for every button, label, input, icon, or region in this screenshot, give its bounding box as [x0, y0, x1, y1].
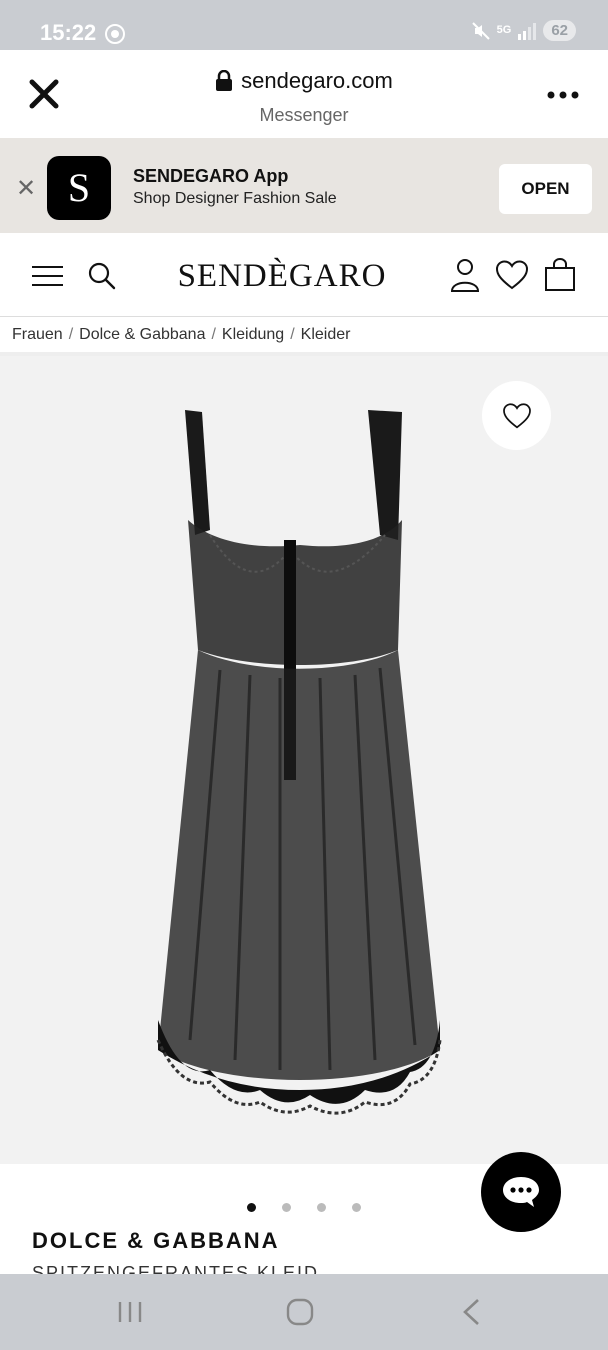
home-icon[interactable]: [286, 1298, 314, 1326]
breadcrumb-item-brand[interactable]: Dolce & Gabbana: [79, 326, 205, 344]
status-bar: 15:22 5G 62: [0, 0, 608, 50]
banner-close-icon[interactable]: ✕: [16, 174, 36, 203]
url-source: Messenger: [259, 105, 349, 125]
bag-icon[interactable]: [544, 258, 576, 292]
battery-indicator: 62: [543, 20, 576, 41]
status-time: 15:22: [40, 20, 97, 45]
product-brand[interactable]: DOLCE & GABBANA: [32, 1228, 280, 1254]
pagination-dot[interactable]: [317, 1203, 326, 1212]
product-image[interactable]: [140, 400, 460, 1120]
pagination-dot[interactable]: [352, 1203, 361, 1212]
breadcrumb-item-kleider[interactable]: Kleider: [301, 326, 351, 344]
url-display[interactable]: sendegaro.com Messenger: [0, 68, 608, 126]
open-app-button[interactable]: OPEN: [499, 164, 592, 214]
breadcrumb-item-kleidung[interactable]: Kleidung: [222, 326, 284, 344]
add-to-wishlist-button[interactable]: [482, 381, 551, 450]
user-icon[interactable]: [450, 258, 480, 292]
app-logo: S: [47, 156, 111, 220]
recent-apps-icon[interactable]: [116, 1300, 144, 1324]
more-icon[interactable]: [546, 90, 580, 100]
mute-icon: [471, 21, 490, 40]
breadcrumb-item-frauen[interactable]: Frauen: [12, 326, 63, 344]
pagination-dot[interactable]: [282, 1203, 291, 1212]
lock-icon: [216, 70, 233, 91]
network-label: 5G: [496, 24, 512, 36]
product-name: SPITZENGEFRANTES KLEID: [32, 1263, 320, 1274]
breadcrumb-separator: /: [68, 326, 74, 343]
signal-icon: [518, 22, 537, 40]
image-pagination: [247, 1203, 361, 1212]
heart-icon: [502, 402, 531, 428]
status-indicators: 5G 62: [471, 20, 576, 41]
chat-button[interactable]: [481, 1152, 561, 1232]
chat-icon: [503, 1177, 539, 1207]
breadcrumb-separator: /: [211, 326, 216, 343]
heart-icon[interactable]: [496, 260, 528, 290]
pagination-dot-active[interactable]: [247, 1203, 256, 1212]
breadcrumb-separator: /: [290, 326, 295, 343]
app-subtitle: Shop Designer Fashion Sale: [133, 190, 337, 207]
back-icon[interactable]: [460, 1298, 482, 1326]
breadcrumb: Frauen / Dolce & Gabbana / Kleidung / Kl…: [12, 326, 350, 344]
url-domain: sendegaro.com: [241, 68, 393, 93]
screen-record-icon: [105, 24, 125, 44]
app-title: SENDEGARO App: [133, 166, 289, 186]
